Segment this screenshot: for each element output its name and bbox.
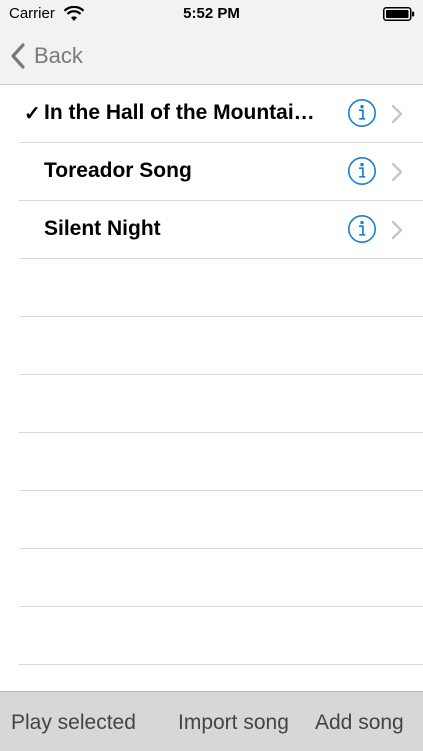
import-song-button[interactable]: Import song <box>178 711 289 735</box>
song-row[interactable]: ✓ In the Hall of the Mountai… <box>19 85 423 143</box>
empty-row <box>19 549 423 607</box>
chevron-right-icon <box>391 220 403 240</box>
checkmark-icon: ✓ <box>24 103 41 125</box>
back-button[interactable]: Back <box>8 40 83 72</box>
empty-row <box>19 433 423 491</box>
bottom-toolbar: Play selected Import song Add song <box>0 691 423 751</box>
info-icon[interactable] <box>347 98 377 128</box>
info-icon[interactable] <box>347 214 377 244</box>
chevron-right-icon <box>391 104 403 124</box>
empty-row <box>19 375 423 433</box>
chevron-left-icon <box>11 43 25 69</box>
song-title: Silent Night <box>44 217 161 240</box>
empty-row <box>19 607 423 665</box>
chevron-right-icon <box>391 162 403 182</box>
song-row[interactable]: Toreador Song <box>19 143 423 201</box>
navigation-bar: Back <box>0 28 423 85</box>
battery-icon <box>383 7 415 21</box>
song-list: ✓ In the Hall of the Mountai… Toreador Son… <box>0 85 423 665</box>
song-title: Toreador Song <box>44 159 192 182</box>
back-label: Back <box>34 43 83 68</box>
add-song-button[interactable]: Add song <box>315 711 404 735</box>
info-icon[interactable] <box>347 156 377 186</box>
status-time: 5:52 PM <box>183 5 240 22</box>
empty-row <box>19 259 423 317</box>
play-selected-button[interactable]: Play selected <box>11 711 136 735</box>
song-title: In the Hall of the Mountai… <box>44 101 315 124</box>
empty-row <box>19 491 423 549</box>
empty-row <box>19 317 423 375</box>
status-bar: Carrier 5:52 PM <box>0 0 423 28</box>
song-row[interactable]: Silent Night <box>19 201 423 259</box>
